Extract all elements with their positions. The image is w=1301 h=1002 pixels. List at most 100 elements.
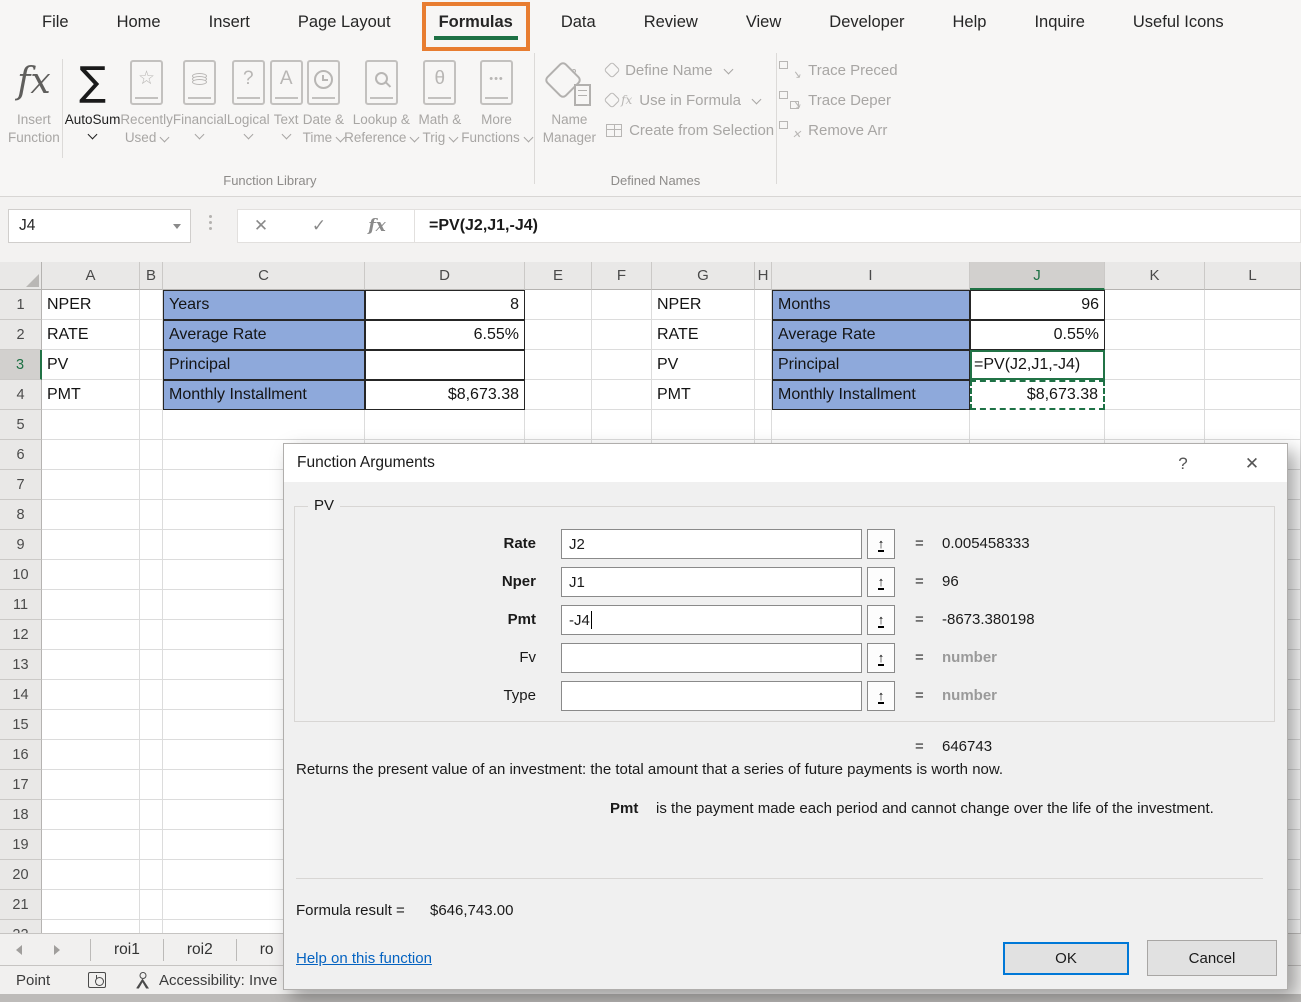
column-header-D[interactable]: D	[365, 262, 525, 290]
more-functions-button[interactable]: •••MoreFunctions	[461, 51, 532, 146]
row-header-18[interactable]: 18	[0, 800, 42, 830]
cell-G2[interactable]: RATE	[652, 320, 755, 350]
cell-A2[interactable]: RATE	[42, 320, 140, 350]
cell-B5[interactable]	[140, 410, 163, 440]
column-header-G[interactable]: G	[652, 262, 755, 290]
cell-H2[interactable]	[755, 320, 772, 350]
cell-F4[interactable]	[592, 380, 652, 410]
ok-button[interactable]: OK	[1003, 942, 1129, 975]
cell-A1[interactable]: NPER	[42, 290, 140, 320]
cell-H5[interactable]	[755, 410, 772, 440]
formula-bar-resize-handle[interactable]	[209, 215, 212, 230]
cell-B6[interactable]	[140, 440, 163, 470]
cell-B2[interactable]	[140, 320, 163, 350]
cell-B1[interactable]	[140, 290, 163, 320]
cell-K3[interactable]	[1105, 350, 1205, 380]
autosum-button[interactable]: ∑AutoSum	[65, 51, 121, 138]
row-header-17[interactable]: 17	[0, 770, 42, 800]
cell-C5[interactable]	[163, 410, 365, 440]
row-header-4[interactable]: 4	[0, 380, 42, 410]
cell-A6[interactable]	[42, 440, 140, 470]
column-header-H[interactable]: H	[755, 262, 772, 290]
row-header-10[interactable]: 10	[0, 560, 42, 590]
cell-L4[interactable]	[1205, 380, 1301, 410]
accessibility-status[interactable]: Accessibility: Inve	[159, 972, 277, 989]
column-header-B[interactable]: B	[140, 262, 163, 290]
cell-L1[interactable]	[1205, 290, 1301, 320]
row-header-3[interactable]: 3	[0, 350, 42, 380]
row-header-12[interactable]: 12	[0, 620, 42, 650]
cell-K4[interactable]	[1105, 380, 1205, 410]
row-header-1[interactable]: 1	[0, 290, 42, 320]
cancel-button[interactable]: Cancel	[1147, 940, 1277, 976]
date-time-button[interactable]: Date &Time	[303, 51, 345, 146]
row-header-8[interactable]: 8	[0, 500, 42, 530]
column-header-F[interactable]: F	[592, 262, 652, 290]
cell-B14[interactable]	[140, 680, 163, 710]
ribbon-tab-formulas[interactable]: Formulas	[415, 0, 537, 45]
cell-B16[interactable]	[140, 740, 163, 770]
sheet-nav-left-icon[interactable]	[0, 945, 38, 955]
row-header-7[interactable]: 7	[0, 470, 42, 500]
cell-A9[interactable]	[42, 530, 140, 560]
row-header-16[interactable]: 16	[0, 740, 42, 770]
cell-I4[interactable]: Monthly Installment	[772, 380, 970, 410]
cell-B21[interactable]	[140, 890, 163, 920]
cell-A4[interactable]: PMT	[42, 380, 140, 410]
create-from-selection-button[interactable]: Create from Selection	[606, 115, 774, 145]
cell-B20[interactable]	[140, 860, 163, 890]
cell-D1[interactable]: 8	[365, 290, 525, 320]
row-header-19[interactable]: 19	[0, 830, 42, 860]
cell-I3[interactable]: Principal	[772, 350, 970, 380]
select-all-corner[interactable]	[0, 262, 42, 290]
cell-F1[interactable]	[592, 290, 652, 320]
math-trig-button[interactable]: θMath &Trig	[418, 51, 461, 146]
cell-B8[interactable]	[140, 500, 163, 530]
trace-deper-button[interactable]: ↘Trace Deper	[779, 85, 897, 115]
sheet-nav-right-icon[interactable]	[38, 945, 76, 955]
row-header-14[interactable]: 14	[0, 680, 42, 710]
row-header-11[interactable]: 11	[0, 590, 42, 620]
ribbon-tab-developer[interactable]: Developer	[805, 0, 928, 45]
ribbon-tab-useful-icons[interactable]: Useful Icons	[1109, 0, 1248, 45]
cell-J3[interactable]: =PV(J2,J1,-J4)	[970, 350, 1105, 380]
sheet-tab-roi2[interactable]: roi2	[164, 934, 236, 965]
cell-B3[interactable]	[140, 350, 163, 380]
trace-preced-button[interactable]: ↘Trace Preced	[779, 55, 897, 85]
financial-button[interactable]: Financial	[173, 51, 227, 138]
cell-G3[interactable]: PV	[652, 350, 755, 380]
cell-L5[interactable]	[1205, 410, 1301, 440]
cell-B15[interactable]	[140, 710, 163, 740]
recently-used-button[interactable]: ☆RecentlyUsed	[120, 51, 173, 146]
enter-entry-icon[interactable]: ✓	[298, 210, 340, 242]
ribbon-tab-home[interactable]: Home	[93, 0, 185, 45]
column-header-I[interactable]: I	[772, 262, 970, 290]
cell-B13[interactable]	[140, 650, 163, 680]
logical-button[interactable]: ?Logical	[227, 51, 270, 138]
cell-A19[interactable]	[42, 830, 140, 860]
row-header-22[interactable]: 22	[0, 920, 42, 933]
cell-A10[interactable]	[42, 560, 140, 590]
cell-C2[interactable]: Average Rate	[163, 320, 365, 350]
name-box-dropdown-icon[interactable]	[173, 224, 181, 229]
formula-bar-formula[interactable]: =PV(J2,J1,-J4)	[429, 210, 538, 242]
cell-D3[interactable]	[365, 350, 525, 380]
row-header-6[interactable]: 6	[0, 440, 42, 470]
cell-I1[interactable]: Months	[772, 290, 970, 320]
cell-A17[interactable]	[42, 770, 140, 800]
cell-F2[interactable]	[592, 320, 652, 350]
cell-H3[interactable]	[755, 350, 772, 380]
collapse-dialog-button[interactable]: ↑	[867, 529, 895, 559]
collapse-dialog-button[interactable]: ↑	[867, 643, 895, 673]
collapse-dialog-button[interactable]: ↑	[867, 681, 895, 711]
cell-D2[interactable]: 6.55%	[365, 320, 525, 350]
cell-D5[interactable]	[365, 410, 525, 440]
cell-A5[interactable]	[42, 410, 140, 440]
lookup-reference-button[interactable]: Lookup &Reference	[344, 51, 418, 146]
cell-B11[interactable]	[140, 590, 163, 620]
cell-J5[interactable]	[970, 410, 1105, 440]
cell-A11[interactable]	[42, 590, 140, 620]
cell-J2[interactable]: 0.55%	[970, 320, 1105, 350]
cell-B4[interactable]	[140, 380, 163, 410]
row-header-9[interactable]: 9	[0, 530, 42, 560]
